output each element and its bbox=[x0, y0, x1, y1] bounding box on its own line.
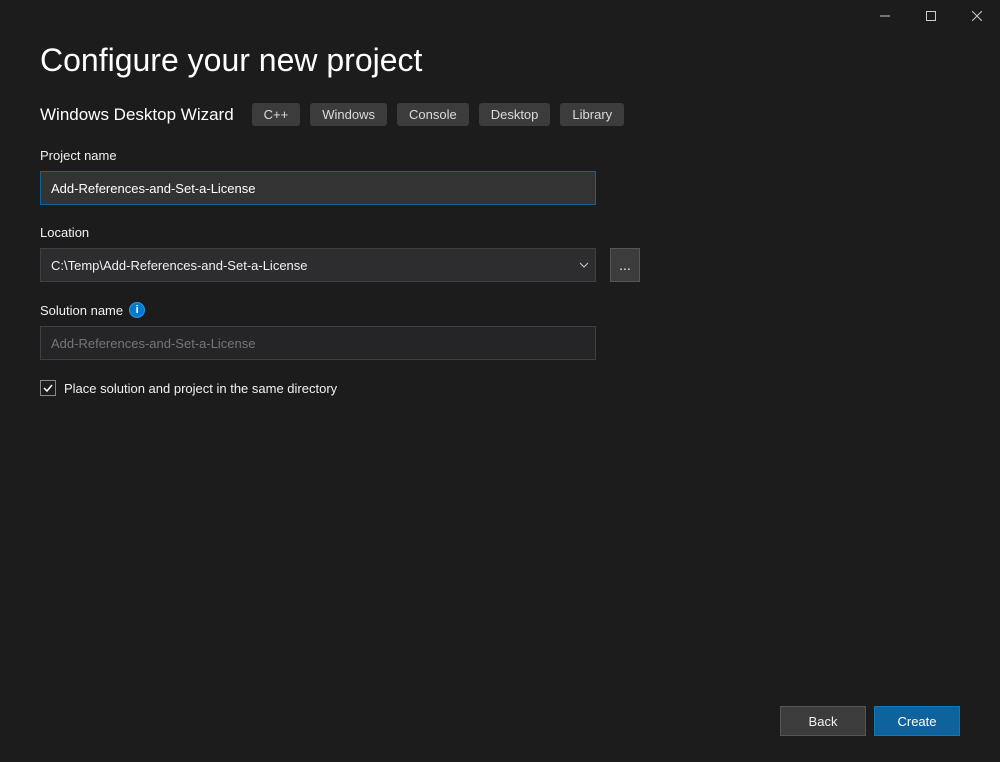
template-row: Windows Desktop Wizard C++ Windows Conso… bbox=[40, 103, 960, 126]
page-title: Configure your new project bbox=[40, 42, 960, 79]
same-directory-checkbox[interactable] bbox=[40, 380, 56, 396]
project-name-label: Project name bbox=[40, 148, 960, 163]
titlebar bbox=[0, 0, 1000, 32]
location-value: C:\Temp\Add-References-and-Set-a-License bbox=[51, 258, 308, 273]
project-name-input[interactable] bbox=[40, 171, 596, 205]
close-button[interactable] bbox=[954, 0, 1000, 32]
info-icon[interactable]: i bbox=[129, 302, 145, 318]
tag-library: Library bbox=[560, 103, 624, 126]
location-combo[interactable]: C:\Temp\Add-References-and-Set-a-License bbox=[40, 248, 596, 282]
checkmark-icon bbox=[42, 382, 54, 394]
solution-name-input bbox=[40, 326, 596, 360]
tag-cpp: C++ bbox=[252, 103, 301, 126]
browse-location-button[interactable]: ... bbox=[610, 248, 640, 282]
back-button[interactable]: Back bbox=[780, 706, 866, 736]
location-label: Location bbox=[40, 225, 960, 240]
maximize-button[interactable] bbox=[908, 0, 954, 32]
tag-windows: Windows bbox=[310, 103, 387, 126]
footer-buttons: Back Create bbox=[780, 706, 960, 736]
tag-desktop: Desktop bbox=[479, 103, 551, 126]
tag-console: Console bbox=[397, 103, 469, 126]
minimize-button[interactable] bbox=[862, 0, 908, 32]
create-button[interactable]: Create bbox=[874, 706, 960, 736]
solution-name-label: Solution name i bbox=[40, 302, 960, 318]
browse-ellipsis-icon: ... bbox=[619, 257, 631, 273]
chevron-down-icon bbox=[579, 258, 589, 273]
template-name: Windows Desktop Wizard bbox=[40, 105, 234, 125]
same-directory-label: Place solution and project in the same d… bbox=[64, 381, 337, 396]
